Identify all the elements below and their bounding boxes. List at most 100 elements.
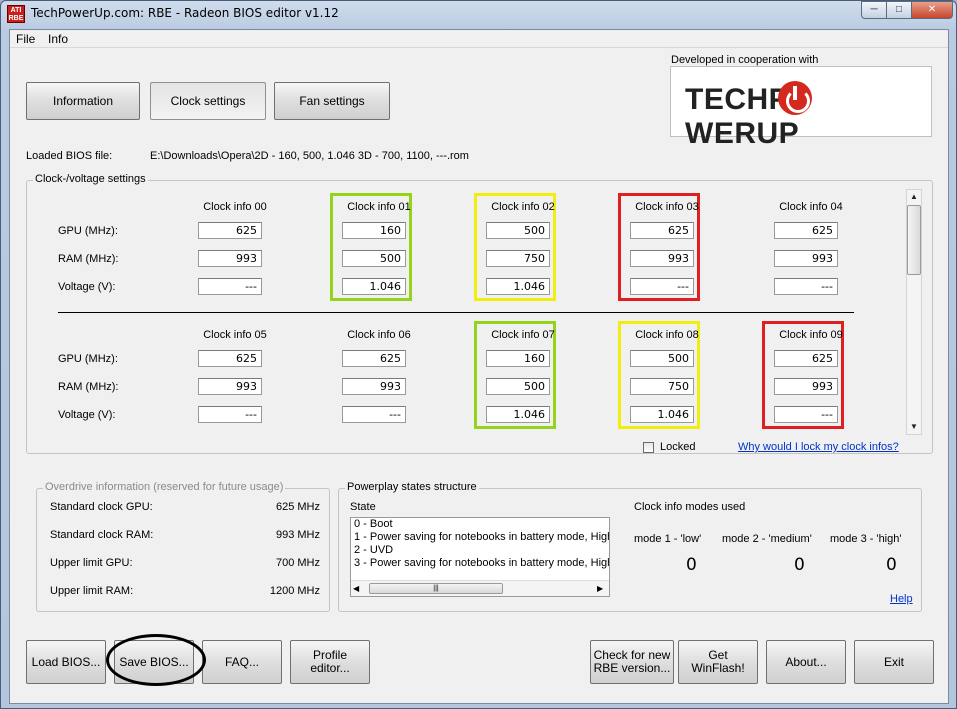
- ram-label-row2: RAM (MHz):: [58, 381, 119, 393]
- state-item-0[interactable]: 0 - Boot: [351, 518, 609, 531]
- clock-info-title: Clock info 09: [779, 329, 843, 341]
- bios-file-path: E:\Downloads\Opera\2D - 160, 500, 1.046 …: [150, 150, 469, 162]
- techpowerup-logo: TECHPWERUP: [670, 66, 932, 150]
- minimize-icon[interactable]: ─: [861, 1, 887, 19]
- tab-information[interactable]: Information: [26, 82, 140, 120]
- clock-ram-input[interactable]: 750: [486, 250, 550, 267]
- clock-scrollbar[interactable]: ▲ ▼: [906, 189, 922, 435]
- clock-info-title: Clock info 05: [203, 329, 267, 341]
- state-item-2[interactable]: 2 - UVD: [351, 544, 609, 557]
- clock-voltage-input[interactable]: ---: [198, 278, 262, 295]
- clock-ram-input[interactable]: 993: [774, 378, 838, 395]
- close-icon[interactable]: ✕: [911, 1, 953, 19]
- clock-info-title: Clock info 07: [491, 329, 555, 341]
- clock-gpu-input[interactable]: 625: [198, 222, 262, 239]
- about-button[interactable]: About...: [766, 640, 846, 684]
- clock-voltage-input[interactable]: 1.046: [486, 278, 550, 295]
- clock-voltage-input[interactable]: 1.046: [342, 278, 406, 295]
- clock-info-title: Clock info 02: [491, 201, 555, 213]
- clock-ram-input[interactable]: 993: [774, 250, 838, 267]
- clock-ram-input[interactable]: 993: [342, 378, 406, 395]
- state-hscrollbar[interactable]: ◀ ||| ▶: [351, 580, 609, 596]
- scroll-down-icon[interactable]: ▼: [907, 420, 921, 434]
- profile-editor-label: Profile editor...: [310, 648, 350, 675]
- tab-clock-settings[interactable]: Clock settings: [150, 82, 266, 120]
- clock-voltage-input[interactable]: ---: [342, 406, 406, 423]
- scroll-thumb[interactable]: [907, 205, 921, 275]
- get-winflash-button[interactable]: Get WinFlash!: [678, 640, 758, 684]
- clock-gpu-input[interactable]: 625: [774, 222, 838, 239]
- clock-ram-input[interactable]: 993: [198, 250, 262, 267]
- tab-clock-settings-label: Clock settings: [170, 93, 246, 108]
- voltage-label-row1: Voltage (V):: [58, 281, 116, 293]
- clock-gpu-input[interactable]: 500: [486, 222, 550, 239]
- exit-button[interactable]: Exit: [854, 640, 934, 684]
- ram-label-row1: RAM (MHz):: [58, 253, 119, 265]
- powerplay-group-title: Powerplay states structure: [345, 481, 479, 493]
- clock-gpu-input[interactable]: 160: [486, 350, 550, 367]
- clock-voltage-input[interactable]: ---: [630, 278, 694, 295]
- save-bios-button[interactable]: Save BIOS...: [114, 640, 194, 684]
- scroll-left-icon[interactable]: ◀: [353, 582, 359, 595]
- faq-button[interactable]: FAQ...: [202, 640, 282, 684]
- clock-gpu-input[interactable]: 500: [630, 350, 694, 367]
- help-link[interactable]: Help: [890, 593, 913, 605]
- load-bios-button[interactable]: Load BIOS...: [26, 640, 106, 684]
- clock-info-title: Clock info 08: [635, 329, 699, 341]
- app-window: ATI RBE TechPowerUp.com: RBE - Radeon BI…: [0, 0, 957, 709]
- why-lock-link[interactable]: Why would I lock my clock infos?: [738, 441, 899, 453]
- clock-info-title: Clock info 04: [779, 201, 843, 213]
- logo-caption: Developed in cooperation with: [671, 54, 819, 66]
- overdrive-value-1: 993 MHz: [275, 529, 320, 541]
- mode-label-1: mode 2 - 'medium': [722, 533, 812, 545]
- state-item-1[interactable]: 1 - Power saving for notebooks in batter…: [351, 531, 609, 544]
- hscroll-thumb[interactable]: |||: [369, 583, 503, 594]
- clock-voltage-input[interactable]: 1.046: [486, 406, 550, 423]
- load-bios-label: Load BIOS...: [31, 654, 101, 669]
- clock-gpu-input[interactable]: 625: [774, 350, 838, 367]
- clock-voltage-input[interactable]: 1.046: [630, 406, 694, 423]
- clock-gpu-input[interactable]: 625: [630, 222, 694, 239]
- clock-voltage-input[interactable]: ---: [198, 406, 262, 423]
- clock-voltage-input[interactable]: ---: [774, 406, 838, 423]
- check-new-version-button[interactable]: Check for new RBE version...: [590, 640, 674, 684]
- bios-file-label: Loaded BIOS file:: [26, 150, 113, 162]
- logo-text-right: WERUP: [685, 117, 800, 150]
- clock-voltage-group-title: Clock-/voltage settings: [33, 173, 148, 185]
- clock-ram-input[interactable]: 993: [198, 378, 262, 395]
- scroll-up-icon[interactable]: ▲: [907, 190, 921, 204]
- locked-label: Locked: [660, 441, 696, 453]
- window-title: TechPowerUp.com: RBE - Radeon BIOS edito…: [31, 6, 339, 20]
- maximize-icon[interactable]: □: [886, 1, 912, 19]
- voltage-label-row2: Voltage (V):: [58, 409, 116, 421]
- state-list[interactable]: 0 - Boot 1 - Power saving for notebooks …: [350, 517, 610, 597]
- title-bar[interactable]: ATI RBE TechPowerUp.com: RBE - Radeon BI…: [1, 1, 956, 29]
- clock-divider: [58, 312, 854, 313]
- client-area: File Info Information Clock settings Fan…: [9, 29, 949, 704]
- overdrive-label-1: Standard clock RAM:: [50, 529, 154, 541]
- mode-label-2: mode 3 - 'high': [830, 533, 902, 545]
- save-bios-label: Save BIOS...: [119, 654, 189, 669]
- clock-info-title: Clock info 06: [347, 329, 411, 341]
- state-header: State: [350, 501, 376, 513]
- overdrive-label-2: Upper limit GPU:: [50, 557, 133, 569]
- overdrive-value-3: 1200 MHz: [269, 585, 320, 597]
- state-item-3[interactable]: 3 - Power saving for notebooks in batter…: [351, 557, 609, 570]
- clock-voltage-input[interactable]: ---: [774, 278, 838, 295]
- clock-ram-input[interactable]: 500: [342, 250, 406, 267]
- mode-value-0: 0: [686, 555, 697, 575]
- clock-ram-input[interactable]: 993: [630, 250, 694, 267]
- menu-info[interactable]: Info: [48, 32, 68, 46]
- clock-gpu-input[interactable]: 625: [342, 350, 406, 367]
- tab-fan-settings-label: Fan settings: [299, 93, 365, 108]
- clock-gpu-input[interactable]: 625: [198, 350, 262, 367]
- check-new-label-2: RBE version...: [593, 661, 671, 675]
- tab-fan-settings[interactable]: Fan settings: [274, 82, 390, 120]
- clock-ram-input[interactable]: 500: [486, 378, 550, 395]
- locked-checkbox[interactable]: [643, 442, 654, 453]
- profile-editor-button[interactable]: Profile editor...: [290, 640, 370, 684]
- menu-file[interactable]: File: [16, 32, 35, 46]
- scroll-right-icon[interactable]: ▶: [597, 582, 603, 595]
- clock-gpu-input[interactable]: 160: [342, 222, 406, 239]
- clock-ram-input[interactable]: 750: [630, 378, 694, 395]
